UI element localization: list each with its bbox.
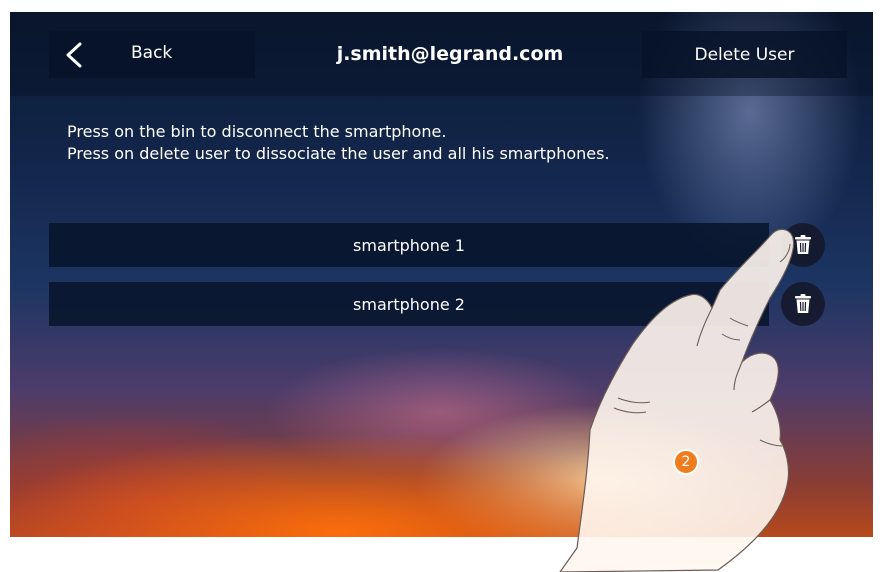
bin-icon xyxy=(795,235,811,254)
device-screen: Back j.smith@legrand.com Delete User Pre… xyxy=(10,12,873,537)
instruction-line-1: Press on the bin to disconnect the smart… xyxy=(67,122,447,141)
device-label: smartphone 1 xyxy=(353,235,465,255)
chevron-left-icon xyxy=(66,42,82,68)
page-title: j.smith@legrand.com xyxy=(336,43,564,65)
bin-button-smartphone-2[interactable] xyxy=(781,282,825,326)
instruction-line-2: Press on delete user to dissociate the u… xyxy=(67,144,610,163)
bin-icon xyxy=(795,294,811,313)
delete-user-button[interactable]: Delete User xyxy=(642,31,847,78)
back-button[interactable]: Back xyxy=(49,31,255,78)
device-row-smartphone-1[interactable]: smartphone 1 xyxy=(49,223,769,267)
step-number-badge: 2 xyxy=(673,449,699,475)
bin-button-smartphone-1[interactable] xyxy=(781,223,825,267)
device-label: smartphone 2 xyxy=(353,294,465,314)
instructions-text: Press on the bin to disconnect the smart… xyxy=(67,121,610,165)
device-row-smartphone-2[interactable]: smartphone 2 xyxy=(49,282,769,326)
back-button-label: Back xyxy=(131,43,173,63)
